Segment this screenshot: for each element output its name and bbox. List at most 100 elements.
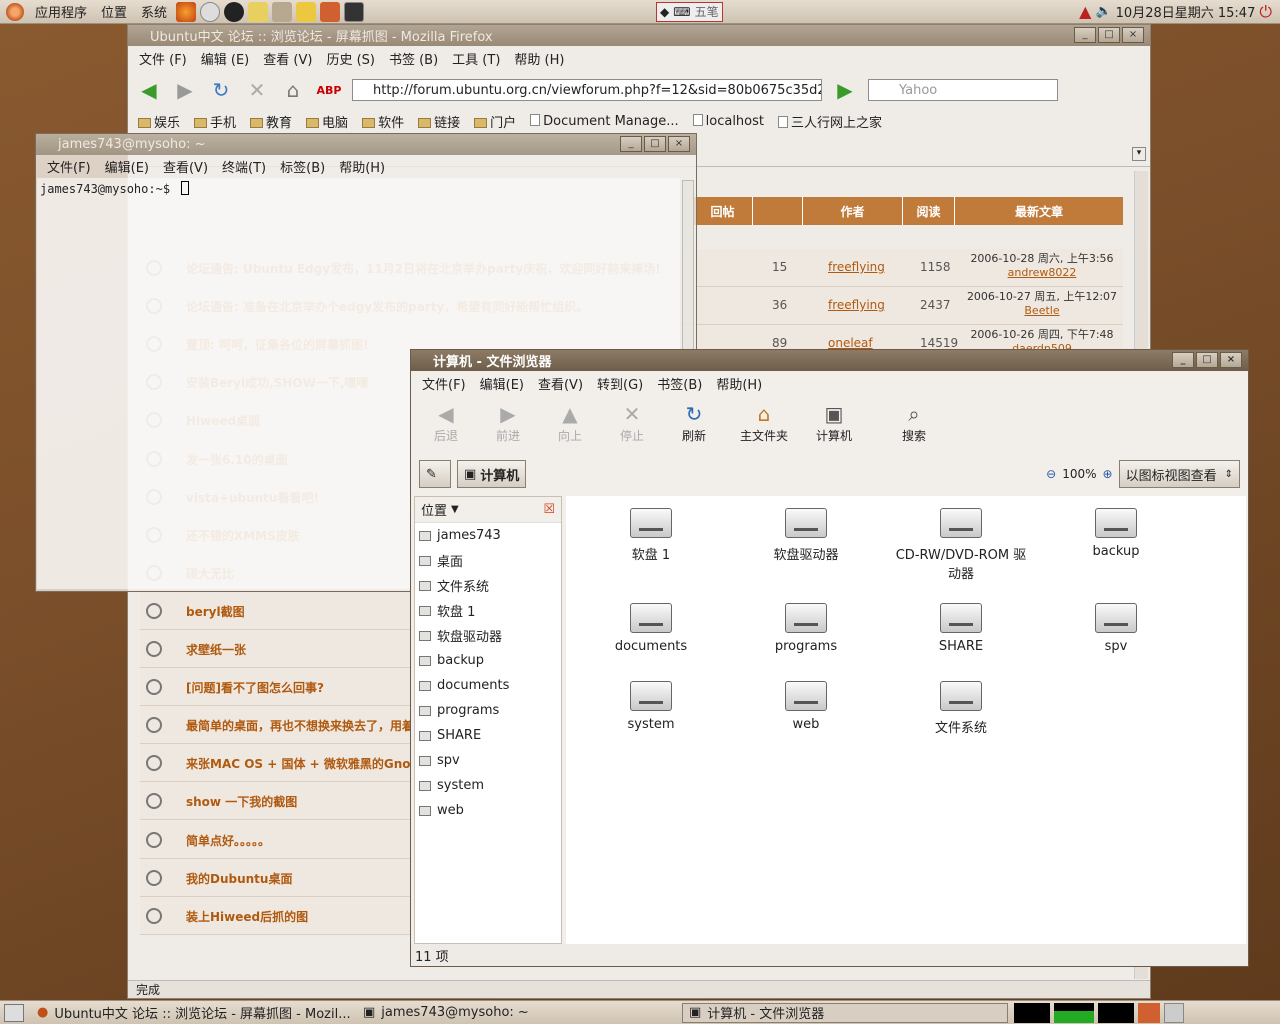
bookmark-item[interactable]: localhost xyxy=(692,113,764,129)
drive-item[interactable]: web xyxy=(736,681,876,732)
bookmark-item[interactable]: 手机 xyxy=(194,112,236,131)
last-post-user[interactable]: Beetle xyxy=(962,304,1122,318)
taskbar-firefox[interactable]: ● Ubuntu中文 论坛 :: 浏览论坛 - 屏幕抓图 - Mozil... xyxy=(30,1003,356,1023)
menu-edit[interactable]: 编辑(E) xyxy=(473,374,531,393)
bookmark-item[interactable]: 教育 xyxy=(250,112,292,131)
drive-item[interactable]: 文件系统 xyxy=(891,681,1031,736)
zoom-out-icon[interactable]: ⊖ xyxy=(1046,467,1056,481)
sidebar-item[interactable]: system xyxy=(415,773,561,798)
bookmark-item[interactable]: 软件 xyxy=(362,112,404,131)
menu-help[interactable]: 帮助(H) xyxy=(332,157,392,176)
drive-item[interactable]: programs xyxy=(736,603,876,654)
drive-item[interactable]: CD-RW/DVD-ROM 驱动器 xyxy=(891,508,1031,582)
bookmark-item[interactable]: 门户 xyxy=(474,112,516,131)
tools-launcher-icon[interactable] xyxy=(272,1,293,22)
terminal-titlebar[interactable]: james743@mysoho: ~ _ □ × xyxy=(36,134,696,155)
sidebar-item[interactable]: programs xyxy=(415,698,561,723)
drive-item[interactable]: 软盘驱动器 xyxy=(736,508,876,563)
bookmark-item[interactable]: Document Manage... xyxy=(530,113,679,129)
col-last-post[interactable]: 最新文章 xyxy=(955,197,1123,225)
menu-help[interactable]: 帮助 (H) xyxy=(507,49,571,68)
search-input[interactable]: Yahoo xyxy=(868,79,1058,101)
computer-button[interactable]: ▣ 计算机 xyxy=(805,401,863,444)
net-monitor[interactable] xyxy=(1098,1002,1134,1023)
sidebar-item[interactable]: james743 xyxy=(415,523,561,548)
menu-system[interactable]: 系统 xyxy=(134,2,174,21)
maximize-button[interactable]: □ xyxy=(1098,27,1120,43)
menu-applications[interactable]: 应用程序 xyxy=(28,2,94,21)
taskbar-terminal[interactable]: ▣ james743@mysoho: ~ xyxy=(356,1003,682,1023)
close-sidebar-icon[interactable]: ☒ xyxy=(543,502,555,517)
home-icon[interactable]: ⌂ xyxy=(280,77,306,103)
edit-location-button[interactable]: ✎ xyxy=(419,460,451,488)
topic-author[interactable]: freeflying xyxy=(828,298,885,312)
sidebar-item[interactable]: web xyxy=(415,798,561,823)
drive-item[interactable]: SHARE xyxy=(891,603,1031,654)
close-button[interactable]: × xyxy=(1220,352,1242,368)
maximize-button[interactable]: □ xyxy=(1196,352,1218,368)
menu-bookmarks[interactable]: 书签 (B) xyxy=(382,49,445,68)
sidebar-header[interactable]: 位置 ▼ ☒ xyxy=(415,497,561,523)
firefox-titlebar[interactable]: Ubuntu中文 论坛 :: 浏览论坛 - 屏幕抓图 - Mozilla Fir… xyxy=(128,25,1150,46)
menu-view[interactable]: 查看 (V) xyxy=(256,49,319,68)
location-computer-button[interactable]: ▣ 计算机 xyxy=(457,460,527,488)
file-browser-titlebar[interactable]: 计算机 - 文件浏览器 _ □ × xyxy=(411,350,1248,371)
menu-file[interactable]: 文件 (F) xyxy=(132,49,194,68)
view-mode-select[interactable]: 以图标视图查看 ⇕ xyxy=(1118,460,1240,488)
drive-item[interactable]: documents xyxy=(581,603,721,654)
menu-go[interactable]: 转到(G) xyxy=(590,374,650,393)
menu-edit[interactable]: 编辑(E) xyxy=(98,157,156,176)
close-button[interactable]: × xyxy=(1122,27,1144,43)
topic-title[interactable]: 简单点好。。。。。 xyxy=(186,832,270,849)
menu-tabs[interactable]: 标签(B) xyxy=(273,157,332,176)
show-desktop-icon[interactable] xyxy=(4,1003,24,1022)
close-button[interactable]: × xyxy=(668,136,690,152)
terminal-launcher-icon[interactable] xyxy=(344,1,365,22)
col-replies[interactable]: 回帖 xyxy=(693,197,753,225)
topic-title[interactable]: show 一下我的截图 xyxy=(186,793,297,810)
minimize-button[interactable]: _ xyxy=(1172,352,1194,368)
col-author[interactable]: 作者 xyxy=(803,197,903,225)
text-editor-launcher-icon[interactable] xyxy=(248,1,269,22)
adblock-icon[interactable]: ABP xyxy=(316,77,342,103)
memory-monitor[interactable] xyxy=(1054,1002,1094,1023)
taskbar-file-browser[interactable]: ▣ 计算机 - 文件浏览器 xyxy=(682,1002,1008,1023)
zoom-in-icon[interactable]: ⊕ xyxy=(1103,467,1113,481)
drive-item[interactable]: 软盘 1 xyxy=(581,508,721,563)
ubuntu-logo-icon[interactable] xyxy=(6,2,24,21)
menu-help[interactable]: 帮助(H) xyxy=(709,374,769,393)
forward-button[interactable]: ▶ 前进 xyxy=(479,401,537,444)
back-button[interactable]: ◀ 后退 xyxy=(417,401,475,444)
drive-item[interactable]: spv xyxy=(1046,603,1186,654)
topic-title[interactable]: beryl截图 xyxy=(186,603,245,620)
tab-list-button[interactable]: ▾ xyxy=(1132,147,1146,161)
sidebar-item[interactable]: 桌面 xyxy=(415,548,561,573)
topic-title[interactable]: 求壁纸一张 xyxy=(186,641,246,658)
sidebar-item[interactable]: 软盘 1 xyxy=(415,598,561,623)
volume-icon[interactable]: 🔈 xyxy=(1095,4,1111,19)
menu-view[interactable]: 查看(V) xyxy=(156,157,215,176)
menu-places[interactable]: 位置 xyxy=(94,2,134,21)
minimize-button[interactable]: _ xyxy=(620,136,642,152)
sidebar-item[interactable]: 文件系统 xyxy=(415,573,561,598)
search-button[interactable]: ⌕ 搜索 xyxy=(885,401,943,444)
back-icon[interactable]: ◀ xyxy=(136,77,162,103)
office-launcher-icon[interactable] xyxy=(320,1,341,22)
sidebar-item[interactable]: 软盘驱动器 xyxy=(415,623,561,648)
up-button[interactable]: ▲ 向上 xyxy=(541,401,599,444)
network-icon[interactable]: ▲ xyxy=(1079,2,1091,21)
drive-item[interactable]: backup xyxy=(1046,508,1186,559)
clock[interactable]: 10月28日星期六 15:47 xyxy=(1116,2,1256,21)
quit-icon[interactable]: ⏻ xyxy=(1259,2,1272,22)
topic-title[interactable]: 装上Hiweed后抓的图 xyxy=(186,908,308,925)
menu-view[interactable]: 查看(V) xyxy=(531,374,590,393)
bookmark-item[interactable]: 电脑 xyxy=(306,112,348,131)
trash-icon[interactable] xyxy=(1164,1002,1184,1023)
maximize-button[interactable]: □ xyxy=(644,136,666,152)
clock-launcher-icon[interactable] xyxy=(200,1,221,22)
workspace-switcher[interactable] xyxy=(1138,1002,1160,1023)
firefox-launcher-icon[interactable] xyxy=(176,1,197,22)
topic-title[interactable]: 我的Dubuntu桌面 xyxy=(186,870,292,887)
reload-icon[interactable]: ↻ xyxy=(208,77,234,103)
stop-icon[interactable]: ✕ xyxy=(244,77,270,103)
